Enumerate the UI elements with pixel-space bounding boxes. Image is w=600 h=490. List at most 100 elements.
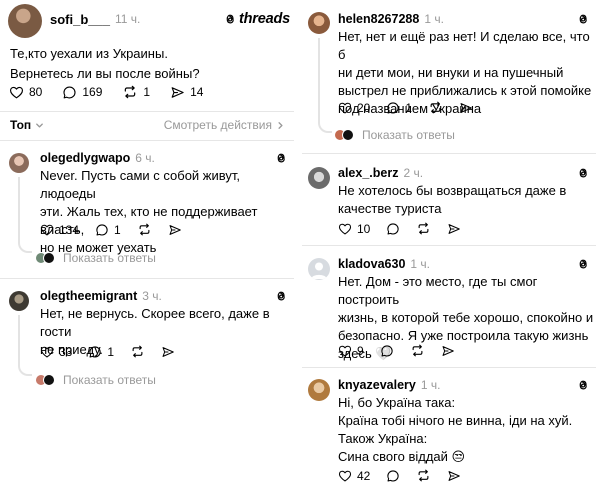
comment-icon <box>62 85 77 100</box>
comment-icon <box>95 223 109 237</box>
like-count: 10 <box>357 221 371 236</box>
like-button[interactable]: 33 <box>40 345 72 359</box>
chevron-down-icon <box>34 120 45 131</box>
comment-header: alex_.berz 2 ч. <box>338 166 590 180</box>
comment-avatar[interactable] <box>308 258 330 280</box>
threads-icon <box>274 289 288 303</box>
share-count: 14 <box>190 85 204 99</box>
comment-icon <box>386 222 400 236</box>
comment-time: 1 ч. <box>424 12 444 26</box>
comment-button[interactable]: 1 <box>95 223 121 237</box>
like-count: 42 <box>357 468 371 483</box>
like-button[interactable]: 10 <box>338 222 370 236</box>
repost-button[interactable] <box>410 343 425 358</box>
share-icon <box>441 344 455 358</box>
like-count: 9 <box>357 343 364 358</box>
comment-line: Нет, нет и ещё раз нет! И сделаю все, чт… <box>338 29 590 62</box>
comment-icon <box>386 101 400 115</box>
comment-time: 1 ч. <box>420 378 441 392</box>
post-line: Вернетесь ли вы после войны? <box>10 66 200 81</box>
comment-button[interactable]: 169 <box>62 85 102 100</box>
like-button[interactable]: 134 <box>40 223 79 237</box>
comment-author[interactable]: olegedlygwapo <box>40 151 130 165</box>
like-button[interactable]: 42 <box>338 469 370 483</box>
comment-line: выстрел не приближались к этой помойке <box>338 83 592 98</box>
comment-line: Never. Пусть сами с собой живут, людоеды <box>40 168 241 201</box>
threads-icon <box>576 378 590 392</box>
comment-avatar[interactable] <box>308 379 330 401</box>
like-button[interactable]: 80 <box>9 85 42 100</box>
comment-line: жизнь, в которой тебе хорошо, спокойно и <box>338 310 594 325</box>
post-line: Те,кто уехали из Украины. <box>10 46 168 61</box>
view-activity-link[interactable]: Смотреть действия <box>164 118 286 132</box>
comment-line: Ні, бо Україна така: <box>338 395 456 410</box>
divider <box>302 245 596 246</box>
comment-button[interactable] <box>386 222 400 236</box>
show-replies-label: Показать ответы <box>63 251 156 265</box>
left-panel: sofi_b___ 11 ч. threads Те,кто уехали из… <box>0 0 294 490</box>
repost-count: 1 <box>143 85 151 99</box>
thread-curve <box>318 116 332 133</box>
comment-avatar[interactable] <box>9 153 29 173</box>
repost-button[interactable] <box>416 468 431 483</box>
show-replies-link[interactable]: Показать ответы <box>334 128 455 142</box>
show-replies-label: Показать ответы <box>63 373 156 387</box>
like-count: 20 <box>357 100 371 115</box>
post-header: sofi_b___ 11 ч. threads <box>50 11 290 27</box>
show-replies-link[interactable]: Показать ответы <box>35 251 156 265</box>
post-actions: 80 169 1 14 <box>9 84 203 100</box>
column-gap <box>294 0 302 490</box>
comment-button[interactable]: 1 <box>386 101 412 115</box>
comment-header: olegedlygwapo 6 ч. <box>40 151 288 165</box>
divider <box>0 278 294 279</box>
share-button[interactable] <box>161 345 175 359</box>
comment-avatar[interactable] <box>9 291 29 311</box>
repost-button[interactable]: 1 <box>122 84 150 100</box>
comment-button[interactable] <box>380 344 394 358</box>
comment-time: 2 ч. <box>403 166 424 180</box>
comment-count: 1 <box>107 344 115 359</box>
share-button[interactable] <box>447 222 461 236</box>
comment-author[interactable]: helen8267288 <box>338 12 419 26</box>
show-replies-link[interactable]: Показать ответы <box>35 373 156 387</box>
threads-badge <box>274 151 288 165</box>
post-author-name[interactable]: sofi_b___ <box>50 12 110 27</box>
threads-icon <box>576 257 590 271</box>
comment-avatar[interactable] <box>308 12 330 34</box>
repost-button[interactable] <box>130 344 145 359</box>
like-button[interactable]: 9 <box>338 344 364 358</box>
like-button[interactable]: 20 <box>338 101 370 115</box>
comment-line: Країна тобі нічого не винна, іди на хуй. <box>338 413 573 428</box>
post-author-avatar[interactable] <box>8 4 42 38</box>
comment-text: Не хотелось бы возвращаться даже в качес… <box>338 182 594 218</box>
threads-icon <box>576 12 590 26</box>
comment-author[interactable]: kladova630 <box>338 257 405 271</box>
comment-line: Нет. Дом - это место, где ты смог постро… <box>338 274 538 307</box>
comment-author[interactable]: alex_.berz <box>338 166 398 180</box>
repost-button[interactable] <box>416 221 431 236</box>
comment-actions: 134 1 <box>40 222 182 237</box>
share-button[interactable] <box>447 469 461 483</box>
repost-icon <box>416 468 431 483</box>
sort-dropdown[interactable]: Топ <box>10 118 45 132</box>
comment-avatar[interactable] <box>308 167 330 189</box>
comment-icon <box>88 345 102 359</box>
repost-button[interactable] <box>428 100 443 115</box>
heart-icon <box>338 101 352 115</box>
heart-icon <box>40 345 54 359</box>
comment-author[interactable]: olegtheemigrant <box>40 289 137 303</box>
share-button[interactable] <box>168 223 182 237</box>
comment-text: Never. Пусть сами с собой живут, людоеды… <box>40 167 292 257</box>
comment-button[interactable] <box>386 469 400 483</box>
repost-button[interactable] <box>137 222 152 237</box>
share-button[interactable] <box>459 101 473 115</box>
comment-line: Також Україна: <box>338 431 428 446</box>
threads-icon <box>223 12 237 26</box>
threads-badge <box>274 289 288 303</box>
replier-avatar <box>342 129 354 141</box>
share-button[interactable] <box>441 344 455 358</box>
comment-actions: 9 <box>338 343 455 358</box>
comment-author[interactable]: knyazevalery <box>338 378 416 392</box>
share-button[interactable]: 14 <box>170 85 203 100</box>
comment-button[interactable]: 1 <box>88 345 114 359</box>
